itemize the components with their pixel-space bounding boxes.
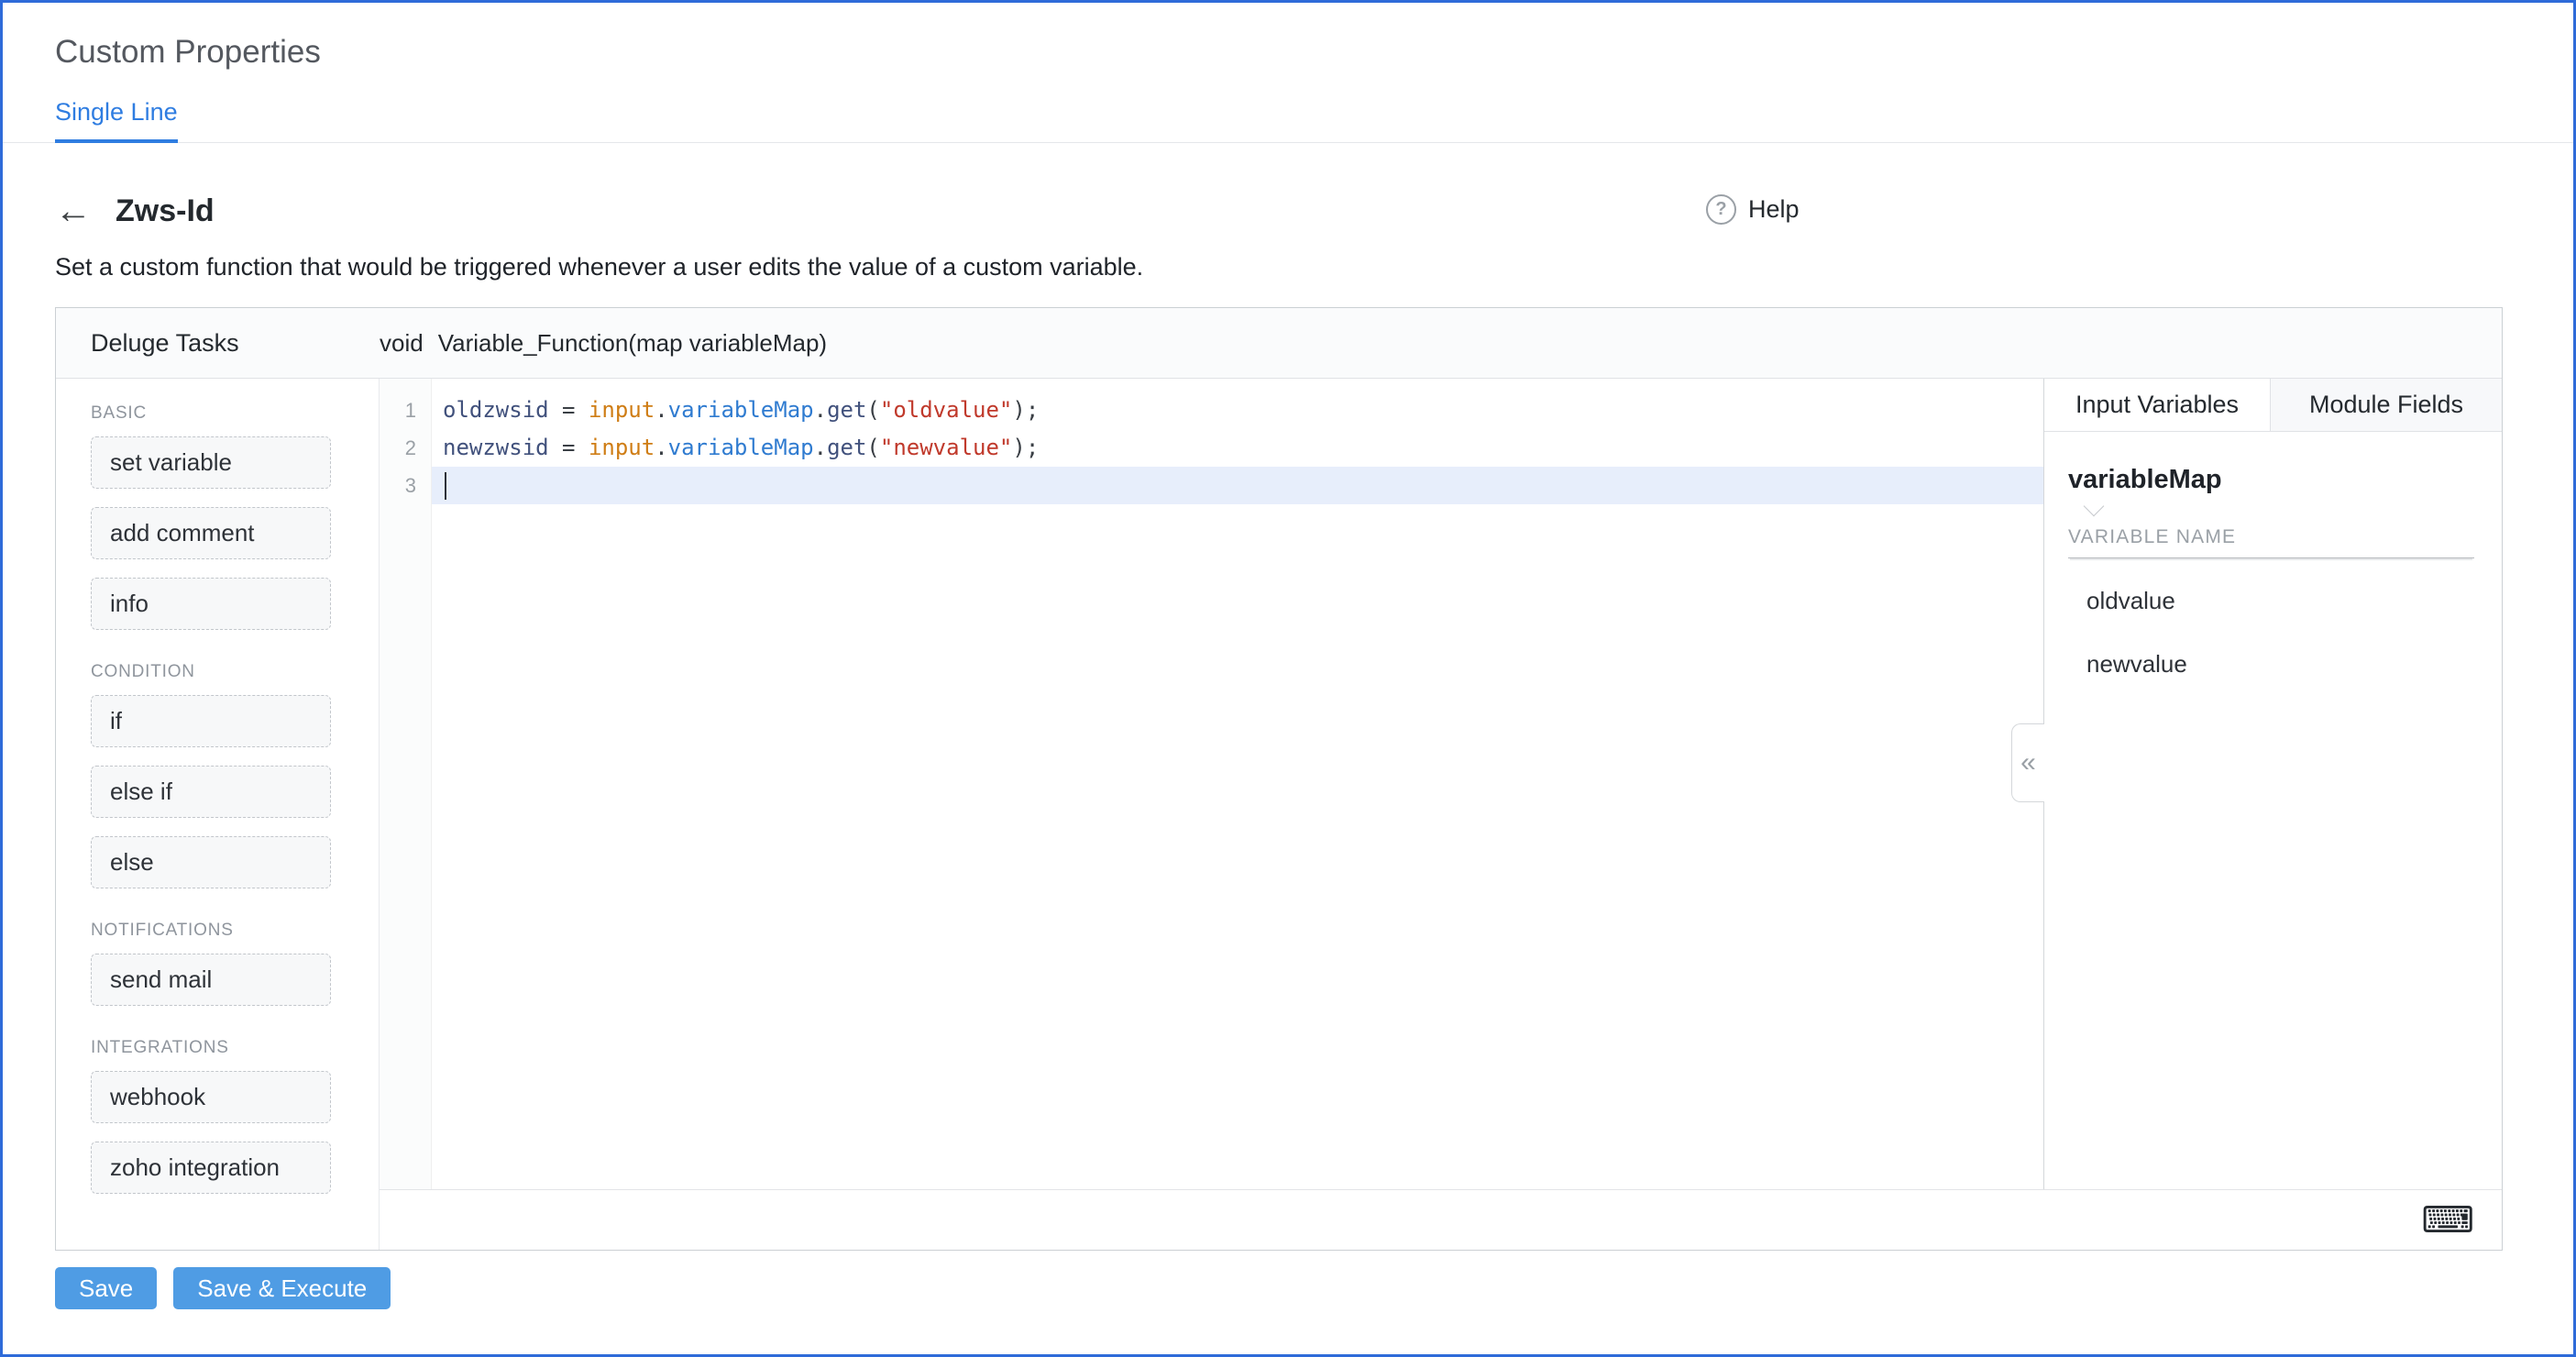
text-cursor (445, 472, 446, 500)
task-group-label: BASIC (91, 404, 379, 422)
variable-column-header: VARIABLE NAME (2068, 526, 2474, 558)
line-number: 2 (380, 429, 431, 467)
variable-list: oldvaluenewvalue (2068, 569, 2502, 696)
help-button[interactable]: ? Help (1706, 194, 1800, 225)
line-number-gutter: 123 (380, 379, 432, 1189)
chevron-double-left-icon: « (2020, 747, 2036, 778)
code-token: ( (866, 435, 879, 460)
save-execute-button[interactable]: Save & Execute (173, 1267, 391, 1309)
code-token: . (814, 435, 827, 460)
task-button-else-if[interactable]: else if (91, 766, 331, 818)
code-token: "oldvalue" (880, 397, 1013, 423)
page-title: Custom Properties (55, 34, 2573, 71)
code-token: get (827, 435, 866, 460)
editor-main-row: 123 oldzwsid = input.variableMap.get("ol… (380, 379, 2502, 1189)
panel-tab-module-fields[interactable]: Module Fields (2271, 379, 2502, 431)
collapse-panel-button[interactable]: « (2011, 723, 2044, 802)
editor-header: Deluge Tasks void Variable_Function(map v… (56, 308, 2502, 379)
task-sidebar: BASIC set variable add comment info CONDITIO… (56, 379, 380, 1250)
task-button-set-variable[interactable]: set variable (91, 436, 331, 489)
task-group-label: NOTIFICATIONS (91, 921, 379, 939)
code-token: = (549, 397, 589, 423)
code-token: oldzwsid (443, 397, 549, 423)
variable-row-newvalue[interactable]: newvalue (2068, 633, 2502, 696)
code-line (432, 467, 2043, 504)
tab-row: Single Line (3, 98, 2573, 143)
description-text: Set a custom function that would be trig… (55, 253, 2503, 281)
code-token: ( (866, 397, 879, 423)
code-token: variableMap (668, 435, 814, 460)
variables-panel: Input VariablesModule Fields variableMap… (2043, 379, 2502, 1189)
signature-body: Variable_Function(map variableMap) (438, 329, 827, 357)
code-token: variableMap (668, 397, 814, 423)
back-arrow-icon[interactable]: ← (55, 193, 92, 229)
code-token: input (589, 435, 655, 460)
function-header: ← Zws-Id ? Help (55, 193, 2503, 229)
task-button-zoho-integration[interactable]: zoho integration (91, 1142, 331, 1194)
line-number: 1 (380, 392, 431, 429)
code-line: oldzwsid = input.variableMap.get("oldval… (432, 392, 2043, 429)
task-group-label: CONDITION (91, 663, 379, 680)
panel-tabs: Input VariablesModule Fields (2044, 379, 2502, 432)
task-button-webhook[interactable]: webhook (91, 1071, 331, 1123)
code-line: newzwsid = input.variableMap.get("newval… (432, 429, 2043, 467)
task-button-else[interactable]: else (91, 836, 331, 888)
function-title: Zws-Id (116, 193, 215, 229)
content: ← Zws-Id ? Help Set a custom function th… (3, 193, 2573, 1309)
code-token: input (589, 397, 655, 423)
task-button-info[interactable]: info (91, 578, 331, 630)
code-token: . (814, 397, 827, 423)
keyboard-shortcuts-icon[interactable]: ⌨ (2421, 1202, 2474, 1239)
code-editor[interactable]: oldzwsid = input.variableMap.get("oldval… (432, 379, 2043, 1189)
top-bar: Custom Properties Single Line (3, 3, 2573, 143)
save-button[interactable]: Save (55, 1267, 157, 1309)
panel-content: variableMap VARIABLE NAME oldvaluenewval… (2044, 432, 2502, 1189)
editor-footer-bar: ⌨ (380, 1189, 2502, 1250)
code-token: get (827, 397, 866, 423)
line-number: 3 (380, 467, 431, 504)
code-token: "newvalue" (880, 435, 1013, 460)
tab-single-line-label: Single Line (55, 98, 178, 126)
panel-tab-input-variables[interactable]: Input Variables (2044, 379, 2271, 431)
help-question-icon: ? (1706, 194, 1736, 225)
task-group-label: INTEGRATIONS (91, 1039, 379, 1056)
deluge-tasks-title: Deluge Tasks (56, 329, 380, 358)
tab-single-line[interactable]: Single Line (55, 98, 178, 143)
code-token: newzwsid (443, 435, 549, 460)
editor-right-region: 123 oldzwsid = input.variableMap.get("ol… (380, 379, 2502, 1250)
task-button-send-mail[interactable]: send mail (91, 954, 331, 1006)
task-button-if[interactable]: if (91, 695, 331, 747)
variable-row-oldvalue[interactable]: oldvalue (2068, 569, 2502, 633)
callout-notch (2084, 496, 2105, 517)
editor-box: Deluge Tasks void Variable_Function(map v… (55, 307, 2503, 1251)
editor-body: BASIC set variable add comment info CONDITIO… (56, 379, 2502, 1250)
code-token: ); (1012, 435, 1039, 460)
function-signature: void Variable_Function(map variableMap) (380, 329, 827, 358)
code-token: . (655, 397, 667, 423)
code-token: = (549, 435, 589, 460)
code-token: ); (1012, 397, 1039, 423)
map-name: variableMap (2068, 465, 2502, 495)
task-button-add-comment[interactable]: add comment (91, 507, 331, 559)
signature-keyword: void (380, 329, 424, 357)
code-token: . (655, 435, 667, 460)
help-label: Help (1748, 195, 1800, 224)
page: Custom Properties Single Line ← Zws-Id ?… (0, 0, 2576, 1357)
footer-buttons: Save Save & Execute (55, 1267, 2503, 1309)
